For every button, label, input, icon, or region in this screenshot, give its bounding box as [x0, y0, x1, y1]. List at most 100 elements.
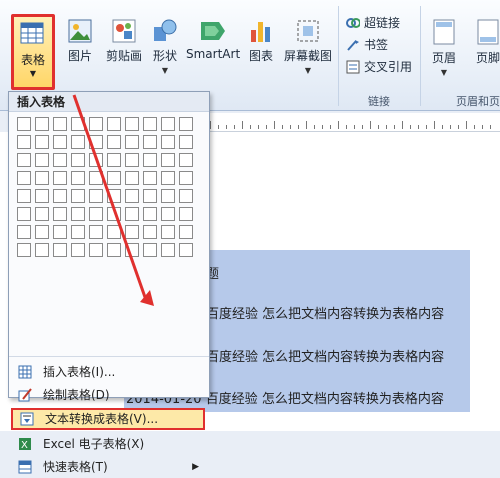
menu-item-quick-tables[interactable]: 快速表格(T) ▶ [11, 456, 205, 478]
grid-cell[interactable] [17, 189, 31, 203]
grid-cell[interactable] [179, 243, 193, 257]
grid-cell[interactable] [89, 171, 103, 185]
grid-cell[interactable] [71, 135, 85, 149]
grid-cell[interactable] [125, 225, 139, 239]
grid-cell[interactable] [89, 135, 103, 149]
grid-cell[interactable] [179, 153, 193, 167]
grid-cell[interactable] [17, 171, 31, 185]
grid-cell[interactable] [35, 243, 49, 257]
grid-cell[interactable] [35, 189, 49, 203]
hyperlink-button[interactable]: 超链接 [346, 14, 400, 31]
grid-cell[interactable] [17, 243, 31, 257]
grid-cell[interactable] [125, 171, 139, 185]
grid-cell[interactable] [71, 207, 85, 221]
grid-cell[interactable] [179, 225, 193, 239]
header-button[interactable]: 页眉 ▼ [426, 18, 462, 77]
menu-item-text-to-table[interactable]: 文本转换成表格(V)... [11, 408, 205, 430]
grid-cell[interactable] [107, 135, 121, 149]
grid-cell[interactable] [107, 225, 121, 239]
grid-cell[interactable] [53, 225, 67, 239]
table-button[interactable]: 表格 ▼ [11, 14, 55, 90]
grid-cell[interactable] [143, 171, 157, 185]
grid-cell[interactable] [53, 189, 67, 203]
grid-cell[interactable] [17, 117, 31, 131]
grid-cell[interactable] [107, 153, 121, 167]
grid-cell[interactable] [125, 117, 139, 131]
grid-cell[interactable] [143, 243, 157, 257]
smartart-button[interactable]: SmartArt [186, 18, 240, 61]
grid-cell[interactable] [35, 207, 49, 221]
footer-button[interactable]: 页脚 [470, 18, 500, 66]
grid-cell[interactable] [71, 171, 85, 185]
grid-cell[interactable] [179, 207, 193, 221]
grid-cell[interactable] [125, 153, 139, 167]
grid-cell[interactable] [89, 207, 103, 221]
grid-cell[interactable] [35, 135, 49, 149]
grid-cell[interactable] [89, 117, 103, 131]
grid-cell[interactable] [161, 153, 175, 167]
grid-cell[interactable] [143, 117, 157, 131]
grid-cell[interactable] [143, 225, 157, 239]
menu-item-draw-table[interactable]: 绘制表格(D) [11, 384, 205, 406]
grid-cell[interactable] [179, 135, 193, 149]
grid-cell[interactable] [17, 153, 31, 167]
cross-reference-button[interactable]: 交叉引用 [346, 58, 412, 75]
grid-cell[interactable] [143, 189, 157, 203]
grid-cell[interactable] [143, 153, 157, 167]
grid-cell[interactable] [89, 225, 103, 239]
grid-cell[interactable] [161, 207, 175, 221]
grid-cell[interactable] [107, 117, 121, 131]
menu-item-excel-spreadsheet[interactable]: X Excel 电子表格(X) [11, 433, 205, 455]
grid-cell[interactable] [71, 243, 85, 257]
grid-cell[interactable] [53, 243, 67, 257]
grid-cell[interactable] [161, 117, 175, 131]
grid-cell[interactable] [107, 189, 121, 203]
grid-cell[interactable] [161, 171, 175, 185]
shapes-button[interactable]: 形状 ▼ [148, 18, 182, 75]
grid-cell[interactable] [179, 189, 193, 203]
grid-cell[interactable] [161, 243, 175, 257]
grid-cell[interactable] [107, 207, 121, 221]
grid-cell[interactable] [143, 207, 157, 221]
grid-cell[interactable] [53, 153, 67, 167]
grid-cell[interactable] [179, 171, 193, 185]
grid-cell[interactable] [143, 135, 157, 149]
screenshot-button[interactable]: 屏幕截图 ▼ [282, 18, 334, 75]
grid-cell[interactable] [53, 135, 67, 149]
grid-cell[interactable] [179, 117, 193, 131]
grid-cell[interactable] [71, 153, 85, 167]
grid-cell[interactable] [35, 171, 49, 185]
grid-cell[interactable] [89, 153, 103, 167]
clipart-button[interactable]: 剪贴画 [102, 18, 146, 64]
grid-cell[interactable] [89, 243, 103, 257]
grid-cell[interactable] [107, 243, 121, 257]
grid-cell[interactable] [89, 189, 103, 203]
grid-cell[interactable] [17, 225, 31, 239]
menu-item-insert-table[interactable]: 插入表格(I)... [11, 361, 205, 383]
grid-cell[interactable] [53, 171, 67, 185]
grid-cell[interactable] [35, 225, 49, 239]
grid-cell[interactable] [71, 189, 85, 203]
grid-cell[interactable] [125, 207, 139, 221]
grid-cell[interactable] [125, 243, 139, 257]
grid-cell[interactable] [53, 117, 67, 131]
grid-cell[interactable] [107, 171, 121, 185]
grid-cell[interactable] [17, 207, 31, 221]
bookmark-button[interactable]: 书签 [346, 36, 388, 53]
grid-cell[interactable] [161, 189, 175, 203]
grid-cell[interactable] [161, 135, 175, 149]
grid-cell[interactable] [161, 225, 175, 239]
grid-cell[interactable] [125, 135, 139, 149]
grid-cell[interactable] [35, 153, 49, 167]
picture-button[interactable]: 图片 [62, 18, 98, 64]
grid-cell[interactable] [71, 225, 85, 239]
grid-cell[interactable] [125, 189, 139, 203]
grid-cell[interactable] [17, 135, 31, 149]
horizontal-ruler[interactable] [210, 113, 500, 132]
grid-cell[interactable] [71, 117, 85, 131]
menu-title: 插入表格 [9, 92, 209, 112]
grid-cell[interactable] [53, 207, 67, 221]
table-size-grid[interactable] [17, 117, 197, 261]
grid-cell[interactable] [35, 117, 49, 131]
chart-button[interactable]: 图表 [244, 18, 278, 64]
